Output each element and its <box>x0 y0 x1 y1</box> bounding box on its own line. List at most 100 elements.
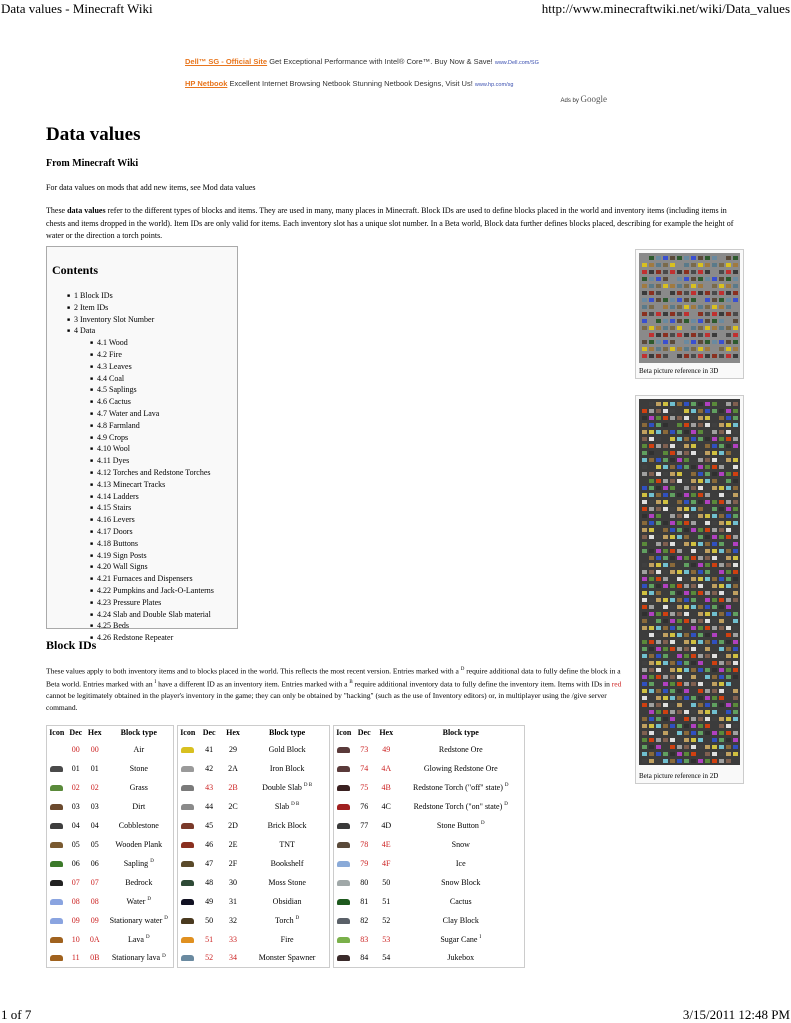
block-type-link[interactable]: Stone <box>130 764 148 773</box>
block-type-link[interactable]: Redstone Torch ("off" state) <box>413 783 503 792</box>
block-type-link[interactable]: Double Slab <box>262 783 302 792</box>
block-icon[interactable] <box>181 803 195 810</box>
block-type-link[interactable]: Brick Block <box>268 821 307 830</box>
block-icon[interactable] <box>181 860 195 867</box>
toc-item[interactable]: 4.2 Fire <box>67 350 214 362</box>
block-type-link[interactable]: Stone Button <box>437 821 479 830</box>
block-type-link[interactable]: Moss Stone <box>268 878 306 887</box>
block-icon[interactable] <box>181 746 195 753</box>
ad-url[interactable]: www.Dell.com/SG <box>495 60 539 66</box>
block-icon[interactable] <box>50 784 64 791</box>
toc-item[interactable]: 4.21 Furnaces and Dispensers <box>67 574 214 586</box>
block-icon[interactable] <box>181 841 195 848</box>
block-icon[interactable] <box>181 936 195 943</box>
block-icon[interactable] <box>337 841 351 848</box>
block-icon[interactable] <box>337 803 351 810</box>
block-note-sup[interactable]: D <box>146 935 150 940</box>
block-type-link[interactable]: Cobblestone <box>119 821 159 830</box>
block-type-link[interactable]: Monster Spawner <box>259 953 316 962</box>
block-type-link[interactable]: Stationary water <box>110 916 163 925</box>
block-icon[interactable] <box>181 898 195 905</box>
ad-link-hp[interactable]: HP Netbook <box>185 79 227 88</box>
block-type-link[interactable]: Lava <box>128 935 144 944</box>
block-note-sup[interactable]: D <box>505 783 509 788</box>
block-type-link[interactable]: Clay Block <box>443 916 479 925</box>
block-note-sup[interactable]: D <box>504 802 508 807</box>
block-type-link[interactable]: Ice <box>456 859 466 868</box>
mod-data-note[interactable]: For data values on mods that add new ite… <box>46 183 256 192</box>
block-icon[interactable] <box>50 955 64 962</box>
block-icon[interactable] <box>50 765 64 772</box>
block-type-link[interactable]: Snow Block <box>441 878 480 887</box>
block-type-link[interactable]: Air <box>133 745 144 754</box>
toc-item[interactable]: 4.14 Ladders <box>67 492 214 504</box>
block-type-link[interactable]: Water <box>127 897 146 906</box>
toc-item[interactable]: 4.11 Dyes <box>67 456 214 468</box>
block-note-sup[interactable]: I <box>479 935 481 940</box>
block-type-link[interactable]: Gold Block <box>269 745 306 754</box>
toc-item[interactable]: 4.12 Torches and Redstone Torches <box>67 468 214 480</box>
block-type-link[interactable]: Obsidian <box>273 897 302 906</box>
toc-item[interactable]: 4.5 Saplings <box>67 385 214 397</box>
thumbnail-2d[interactable]: Beta picture reference in 2D <box>635 395 744 784</box>
block-note-sup[interactable]: D B <box>304 783 312 788</box>
block-icon[interactable] <box>50 898 64 905</box>
block-type-link[interactable]: Dirt <box>132 802 145 811</box>
block-icon[interactable] <box>50 803 64 810</box>
toc-item[interactable]: 4.4 Coal <box>67 374 214 386</box>
block-icon[interactable] <box>337 879 351 886</box>
toc-item[interactable]: 4.16 Levers <box>67 515 214 527</box>
toc-item[interactable]: 4.6 Cactus <box>67 397 214 409</box>
block-icon[interactable] <box>181 765 195 772</box>
block-icon[interactable] <box>181 955 195 962</box>
toc-item[interactable]: 1 Block IDs <box>67 291 214 303</box>
block-type-link[interactable]: Sugar Cane <box>440 935 477 944</box>
block-type-link[interactable]: Bookshelf <box>271 859 304 868</box>
block-type-link[interactable]: Cactus <box>450 897 472 906</box>
toc-item[interactable]: 4.25 Beds <box>67 621 214 633</box>
thumbnail-3d[interactable]: Beta picture reference in 3D <box>635 249 744 379</box>
block-type-link[interactable]: Stationary lava <box>112 953 160 962</box>
block-type-link[interactable]: Wooden Plank <box>115 840 162 849</box>
block-type-link[interactable]: TNT <box>279 840 295 849</box>
block-note-sup[interactable]: D <box>150 859 154 864</box>
block-icon[interactable] <box>337 860 351 867</box>
block-note-sup[interactable]: D <box>481 821 485 826</box>
toc-item[interactable]: 4.18 Buttons <box>67 539 214 551</box>
block-icon[interactable] <box>50 936 64 943</box>
block-icon[interactable] <box>181 784 195 791</box>
toc-item[interactable]: 2 Item IDs <box>67 303 214 315</box>
block-type-link[interactable]: Sapling <box>124 859 148 868</box>
ads-by-google[interactable]: Ads by Google <box>560 94 607 104</box>
toc-item[interactable]: 4.7 Water and Lava <box>67 409 214 421</box>
ad-url[interactable]: www.hp.com/sg <box>475 82 514 88</box>
block-type-link[interactable]: Bedrock <box>125 878 152 887</box>
block-type-link[interactable]: Grass <box>130 783 148 792</box>
block-icon[interactable] <box>181 879 195 886</box>
block-icon[interactable] <box>337 898 351 905</box>
toc-item[interactable]: 4.20 Wall Signs <box>67 562 214 574</box>
toc-item[interactable]: 4.9 Crops <box>67 433 214 445</box>
block-icon[interactable] <box>181 917 195 924</box>
block-icon[interactable] <box>337 955 351 962</box>
block-icon[interactable] <box>337 822 351 829</box>
block-type-link[interactable]: Snow <box>452 840 470 849</box>
reference-image-3d[interactable] <box>639 253 740 363</box>
toc-item[interactable]: 4.10 Wool <box>67 444 214 456</box>
toc-item[interactable]: 4.13 Minecart Tracks <box>67 480 214 492</box>
toc-item[interactable]: 4.22 Pumpkins and Jack-O-Lanterns <box>67 586 214 598</box>
reference-image-2d[interactable] <box>639 399 740 765</box>
block-icon[interactable] <box>337 765 351 772</box>
block-type-link[interactable]: Glowing Redstone Ore <box>424 764 498 773</box>
block-note-sup[interactable]: D <box>164 916 168 921</box>
block-type-link[interactable]: Torch <box>275 916 294 925</box>
block-icon[interactable] <box>337 936 351 943</box>
ad-link-dell[interactable]: Dell™ SG - Official Site <box>185 57 267 66</box>
toc-item[interactable]: 4.1 Wood <box>67 338 214 350</box>
toc-item[interactable]: 4.23 Pressure Plates <box>67 598 214 610</box>
block-type-link[interactable]: Jukebox <box>447 953 474 962</box>
block-icon[interactable] <box>50 860 64 867</box>
toc-item[interactable]: 3 Inventory Slot Number <box>67 315 214 327</box>
block-icon[interactable] <box>337 917 351 924</box>
block-icon[interactable] <box>50 917 64 924</box>
